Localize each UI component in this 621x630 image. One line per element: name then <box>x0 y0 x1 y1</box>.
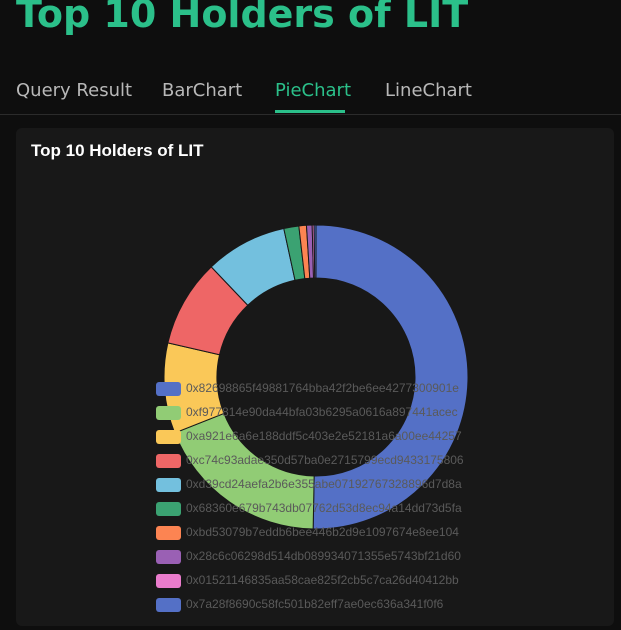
legend-label: 0xa921e6a6e188ddf5c403e2e52181a6a00ee442… <box>186 429 462 443</box>
tab-bar: Query Result BarChart PieChart LineChart <box>0 72 621 115</box>
legend-label: 0x01521146835aa58cae825f2cb5c7ca26d40412… <box>186 573 459 587</box>
legend-swatch <box>156 598 181 612</box>
legend-swatch <box>156 502 181 516</box>
legend-swatch <box>156 382 181 396</box>
legend-item-8[interactable]: 0x28c6c06298d514db089934071355e5743bf21d… <box>156 547 576 571</box>
chart-legend: 0x82698865f49881764bba42f2be6ee427730090… <box>156 379 576 619</box>
legend-item-1[interactable]: 0x82698865f49881764bba42f2be6ee427730090… <box>156 379 576 403</box>
legend-item-9[interactable]: 0x01521146835aa58cae825f2cb5c7ca26d40412… <box>156 571 576 595</box>
legend-swatch <box>156 406 181 420</box>
chart-card: Top 10 Holders of LIT 0x82698865f4988176… <box>16 128 614 626</box>
legend-item-6[interactable]: 0x68360e679b743db07762d53d8ec94a14dd73d5… <box>156 499 576 523</box>
legend-label: 0x82698865f49881764bba42f2be6ee427730090… <box>186 381 459 395</box>
tab-query-result[interactable]: Query Result <box>16 80 132 101</box>
tab-linechart[interactable]: LineChart <box>385 80 472 101</box>
legend-label: 0x28c6c06298d514db089934071355e5743bf21d… <box>186 549 461 563</box>
legend-label: 0xd39cd24aefa2b6e355abe07192767328896d7d… <box>186 477 462 491</box>
legend-item-10[interactable]: 0x7a28f8690c58fc501b82eff7ae0ec636a341f0… <box>156 595 576 619</box>
legend-label: 0xf977814e90da44bfa03b6295a0616a897441ac… <box>186 405 458 419</box>
legend-item-2[interactable]: 0xf977814e90da44bfa03b6295a0616a897441ac… <box>156 403 576 427</box>
legend-item-3[interactable]: 0xa921e6a6e188ddf5c403e2e52181a6a00ee442… <box>156 427 576 451</box>
page-title: Top 10 Holders of LIT <box>16 0 469 36</box>
legend-item-4[interactable]: 0xc74c93adae350d57ba0e2715799ecd94331758… <box>156 451 576 475</box>
legend-swatch <box>156 550 181 564</box>
pie-slice-10[interactable] <box>313 224 317 279</box>
legend-label: 0x7a28f8690c58fc501b82eff7ae0ec636a341f0… <box>186 597 444 611</box>
legend-swatch <box>156 454 181 468</box>
legend-swatch <box>156 478 181 492</box>
legend-label: 0x68360e679b743db07762d53d8ec94a14dd73d5… <box>186 501 462 515</box>
legend-item-5[interactable]: 0xd39cd24aefa2b6e355abe07192767328896d7d… <box>156 475 576 499</box>
legend-item-7[interactable]: 0xbd53079b7eddb6bee446b2d9e1097674e8ee10… <box>156 523 576 547</box>
legend-swatch <box>156 526 181 540</box>
legend-label: 0xc74c93adae350d57ba0e2715799ecd94331758… <box>186 453 464 467</box>
active-tab-indicator <box>275 110 345 113</box>
legend-swatch <box>156 574 181 588</box>
legend-swatch <box>156 430 181 444</box>
tab-piechart[interactable]: PieChart <box>275 80 351 101</box>
tab-barchart[interactable]: BarChart <box>162 80 242 101</box>
legend-label: 0xbd53079b7eddb6bee446b2d9e1097674e8ee10… <box>186 525 459 539</box>
